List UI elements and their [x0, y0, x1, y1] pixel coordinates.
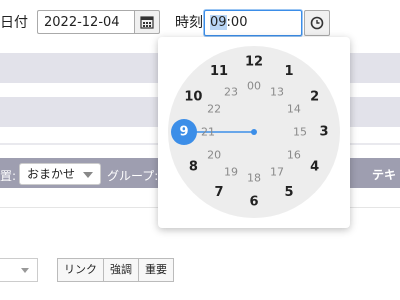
clock-inner-hour-20[interactable]: 20	[207, 149, 221, 162]
position-select[interactable]: おまかせ	[19, 163, 101, 185]
group-label: グループ:	[107, 169, 159, 183]
clock-inner-hour-22[interactable]: 22	[207, 103, 221, 116]
clock-inner-hour-21[interactable]: 21	[201, 126, 215, 139]
format-button-group: リンク 強調 重要	[57, 258, 174, 282]
clock-outer-hour-3[interactable]: 3	[319, 125, 328, 140]
position-label: 置:	[0, 169, 17, 183]
clock-outer-hour-4[interactable]: 4	[310, 160, 319, 175]
time-label: 時刻	[175, 15, 203, 31]
time-minute-part: :00	[226, 15, 248, 30]
clock-outer-hour-2[interactable]: 2	[310, 90, 319, 105]
clock-picker: 12 1 2 3 4 5 6 7 8 9 10 11 00 13 14 15 16 17 18 19 20 21 22 23	[158, 37, 350, 228]
text-label: テキ	[372, 168, 397, 182]
time-input[interactable]: 09:00	[204, 10, 302, 36]
clock-outer-hour-5[interactable]: 5	[284, 185, 293, 200]
clock-outer-hour-9[interactable]: 9	[179, 125, 188, 140]
clock-inner-hour-13[interactable]: 13	[270, 86, 284, 99]
clock-button[interactable]	[304, 10, 330, 36]
clock-inner-hour-00[interactable]: 00	[247, 80, 261, 93]
clock-outer-hour-12[interactable]: 12	[245, 55, 263, 70]
clock-inner-hour-16[interactable]: 16	[287, 149, 301, 162]
clock-outer-hour-10[interactable]: 10	[184, 90, 202, 105]
clock-inner-hour-18[interactable]: 18	[247, 172, 261, 185]
date-input[interactable]: 2022-12-04	[37, 10, 134, 34]
clock-center-dot	[251, 129, 257, 135]
clock-outer-hour-6[interactable]: 6	[249, 195, 258, 210]
clock-face-svg: 12123456789101100 1314151617181920212223	[168, 46, 340, 218]
position-select-value: おまかせ	[27, 167, 76, 181]
clock-inner-hour-14[interactable]: 14	[287, 103, 301, 116]
important-button[interactable]: 重要	[138, 258, 174, 282]
chevron-down-icon	[21, 268, 29, 273]
chevron-down-icon	[83, 172, 93, 178]
clock-inner-hour-15[interactable]: 15	[293, 126, 307, 139]
clock-inner-hour-17[interactable]: 17	[270, 165, 284, 178]
clock-outer-hour-8[interactable]: 8	[189, 160, 198, 175]
time-hour-selection: 09	[210, 15, 227, 30]
clock-outer-hour-7[interactable]: 7	[214, 185, 223, 200]
clock-icon	[310, 16, 324, 30]
calendar-button[interactable]	[134, 10, 160, 34]
date-label: 日付	[0, 15, 28, 31]
emphasis-button[interactable]: 強調	[103, 258, 139, 282]
clock-outer-hour-1[interactable]: 1	[284, 64, 293, 79]
clock-inner-hour-19[interactable]: 19	[224, 165, 238, 178]
format-select[interactable]	[0, 258, 38, 282]
link-button[interactable]: リンク	[57, 258, 104, 282]
clock-inner-hour-23[interactable]: 23	[224, 86, 238, 99]
clock-outer-hour-11[interactable]: 11	[210, 64, 228, 79]
calendar-icon	[140, 16, 154, 29]
